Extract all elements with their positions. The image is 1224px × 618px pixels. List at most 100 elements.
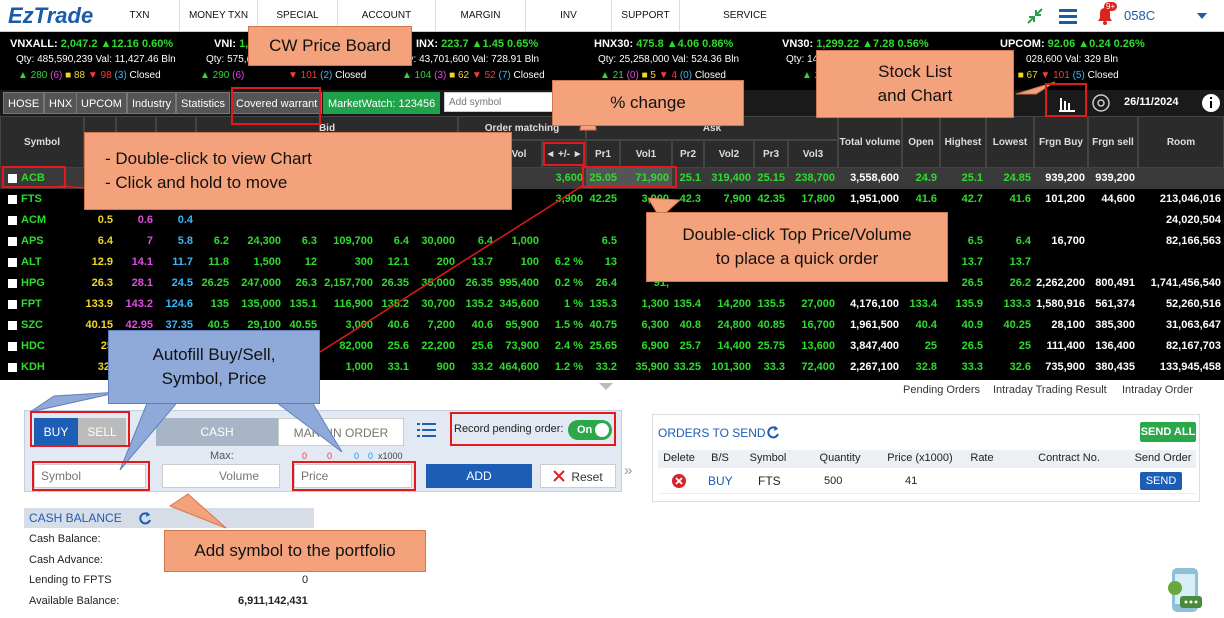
cell-av3[interactable]: 13,600: [788, 336, 838, 356]
cell-ap1[interactable]: [586, 210, 620, 230]
nav-margin-mgmt[interactable]: MARGIN MGMT: [436, 0, 526, 52]
collapse-arrows-icon[interactable]: [1026, 7, 1044, 25]
row-symbol[interactable]: APS: [0, 231, 84, 251]
cell-bp1[interactable]: 25.6: [376, 336, 412, 356]
cell-av1[interactable]: 6,300: [620, 315, 672, 335]
row-symbol[interactable]: ACM: [0, 210, 84, 230]
cell-bp3[interactable]: 6.2: [196, 231, 232, 251]
link-intraday-order[interactable]: Intraday Order: [1122, 384, 1193, 396]
cell-bv2[interactable]: 109,700: [320, 231, 376, 251]
settings-gear-icon[interactable]: [1091, 93, 1111, 113]
cell-ap3[interactable]: 25.15: [754, 168, 788, 188]
row-checkbox[interactable]: [8, 194, 17, 204]
cell-ap3[interactable]: 25.75: [754, 336, 788, 356]
cell-av2[interactable]: 7,900: [704, 189, 754, 209]
cell-ap3[interactable]: 135.5: [754, 294, 788, 314]
info-icon[interactable]: [1200, 92, 1222, 114]
cell-ap1[interactable]: 6.5: [586, 231, 620, 251]
list-icon[interactable]: [416, 420, 438, 440]
cell-bv3[interactable]: 24,300: [232, 231, 284, 251]
cell-bp3[interactable]: 135: [196, 294, 232, 314]
row-symbol[interactable]: FPT: [0, 294, 84, 314]
user-account[interactable]: 058C: [1124, 8, 1155, 23]
table-row[interactable]: FPT 133.9 143.2 124.6 135 135,000 135.1 116,900…: [0, 294, 1224, 315]
tab-marketwatch[interactable]: MarketWatch: 123456: [323, 92, 441, 114]
cell-bp1[interactable]: 26.35: [376, 273, 412, 293]
nav-service-management[interactable]: SERVICE MANAGEMENT: [680, 0, 810, 52]
chevron-down-icon[interactable]: [1196, 11, 1208, 21]
cash-refresh-icon[interactable]: [138, 511, 152, 525]
add-order-button[interactable]: ADD: [426, 464, 532, 488]
cell-av2[interactable]: 24,800: [704, 315, 754, 335]
margin-order-button[interactable]: MARGIN ORDER: [278, 418, 404, 446]
tab-hose[interactable]: HOSE: [3, 92, 45, 114]
cell-av2[interactable]: 319,400: [704, 168, 754, 188]
cell-ap1[interactable]: 33.2: [586, 357, 620, 377]
link-intraday-trading-result[interactable]: Intraday Trading Result: [993, 384, 1107, 396]
index-vnxall[interactable]: VNXALL: 2,047.2 ▲12.16 0.60% Qty: 485,59…: [10, 32, 200, 90]
order-price[interactable]: 41: [905, 475, 917, 487]
cell-bv1[interactable]: 30,700: [412, 294, 458, 314]
cell-bv1[interactable]: 900: [412, 357, 458, 377]
table-row[interactable]: ALT 12.9 14.1 11.7 11.8 1,500 12 300 12.1 200 13.7…: [0, 252, 1224, 273]
cell-av3[interactable]: 238,700: [788, 168, 838, 188]
cell-bv2[interactable]: 300: [320, 252, 376, 272]
row-checkbox[interactable]: [8, 236, 17, 246]
cell-ap1[interactable]: 26.4: [586, 273, 620, 293]
cell-ap3[interactable]: 40.85: [754, 315, 788, 335]
cell-bv3[interactable]: [232, 210, 284, 230]
cell-bv3[interactable]: 1,500: [232, 252, 284, 272]
cell-av3[interactable]: 16,700: [788, 315, 838, 335]
cell-av2[interactable]: 14,400: [704, 336, 754, 356]
cell-ap2[interactable]: 42.3: [672, 189, 704, 209]
row-checkbox[interactable]: [8, 341, 17, 351]
add-symbol-input[interactable]: [444, 92, 554, 112]
row-checkbox[interactable]: [8, 278, 17, 288]
cell-bv2[interactable]: 82,000: [320, 336, 376, 356]
cell-bp3[interactable]: 26.25: [196, 273, 232, 293]
cell-bp2[interactable]: [284, 210, 320, 230]
cell-av2[interactable]: 14,200: [704, 294, 754, 314]
link-pending-orders[interactable]: Pending Orders: [903, 384, 980, 396]
cell-bp1[interactable]: 40.6: [376, 315, 412, 335]
cell-av3[interactable]: 27,000: [788, 294, 838, 314]
index-upcom[interactable]: UPCOM: 92.06 ▲0.24 0.26% 028,600 Val: 32…: [1000, 32, 1224, 90]
row-symbol[interactable]: KDH: [0, 357, 84, 377]
cell-bp2[interactable]: 26.3: [284, 273, 320, 293]
volume-input[interactable]: [162, 464, 280, 488]
row-checkbox[interactable]: [8, 257, 17, 267]
cell-bv2[interactable]: 2,157,700: [320, 273, 376, 293]
cell-bp1[interactable]: 12.1: [376, 252, 412, 272]
row-checkbox[interactable]: [8, 320, 17, 330]
cell-bp3[interactable]: 11.8: [196, 252, 232, 272]
cell-ap3[interactable]: 42.35: [754, 189, 788, 209]
table-row[interactable]: APS 6.4 7 5.8 6.2 24,300 6.3 109,700 6.4 30,000 6.…: [0, 231, 1224, 252]
cell-bp2[interactable]: 12: [284, 252, 320, 272]
nav-money-txn[interactable]: MONEY TXN: [180, 0, 258, 31]
delete-icon[interactable]: [672, 474, 686, 488]
cell-av1[interactable]: 1,300: [620, 294, 672, 314]
cell-bv1[interactable]: 7,200: [412, 315, 458, 335]
row-symbol[interactable]: HPG: [0, 273, 84, 293]
cell-bp1[interactable]: 135.2: [376, 294, 412, 314]
nav-txn-history[interactable]: TXN HISTORY: [100, 0, 180, 52]
cell-bp1[interactable]: 6.4: [376, 231, 412, 251]
tab-statistics[interactable]: Statistics: [176, 92, 231, 114]
order-qty[interactable]: 500: [824, 475, 842, 487]
row-checkbox[interactable]: [8, 215, 17, 225]
row-symbol[interactable]: FTS: [0, 189, 84, 209]
row-checkbox[interactable]: [8, 362, 17, 372]
cell-av1[interactable]: 3,900: [620, 189, 672, 209]
cell-av3[interactable]: 17,800: [788, 189, 838, 209]
row-symbol[interactable]: SZC: [0, 315, 84, 335]
send-all-button[interactable]: SEND ALL: [1140, 422, 1196, 442]
table-row[interactable]: ACM 0.5 0.6 0.4 24,020,504: [0, 210, 1224, 231]
row-symbol[interactable]: HDC: [0, 336, 84, 356]
cell-ap1[interactable]: 13: [586, 252, 620, 272]
cell-ap2[interactable]: 135.4: [672, 294, 704, 314]
cell-ap2[interactable]: 25.7: [672, 336, 704, 356]
cell-bv1[interactable]: 35,000: [412, 273, 458, 293]
cell-bv1[interactable]: 22,200: [412, 336, 458, 356]
cell-bv2[interactable]: 3,000: [320, 315, 376, 335]
cell-av3[interactable]: 72,400: [788, 357, 838, 377]
